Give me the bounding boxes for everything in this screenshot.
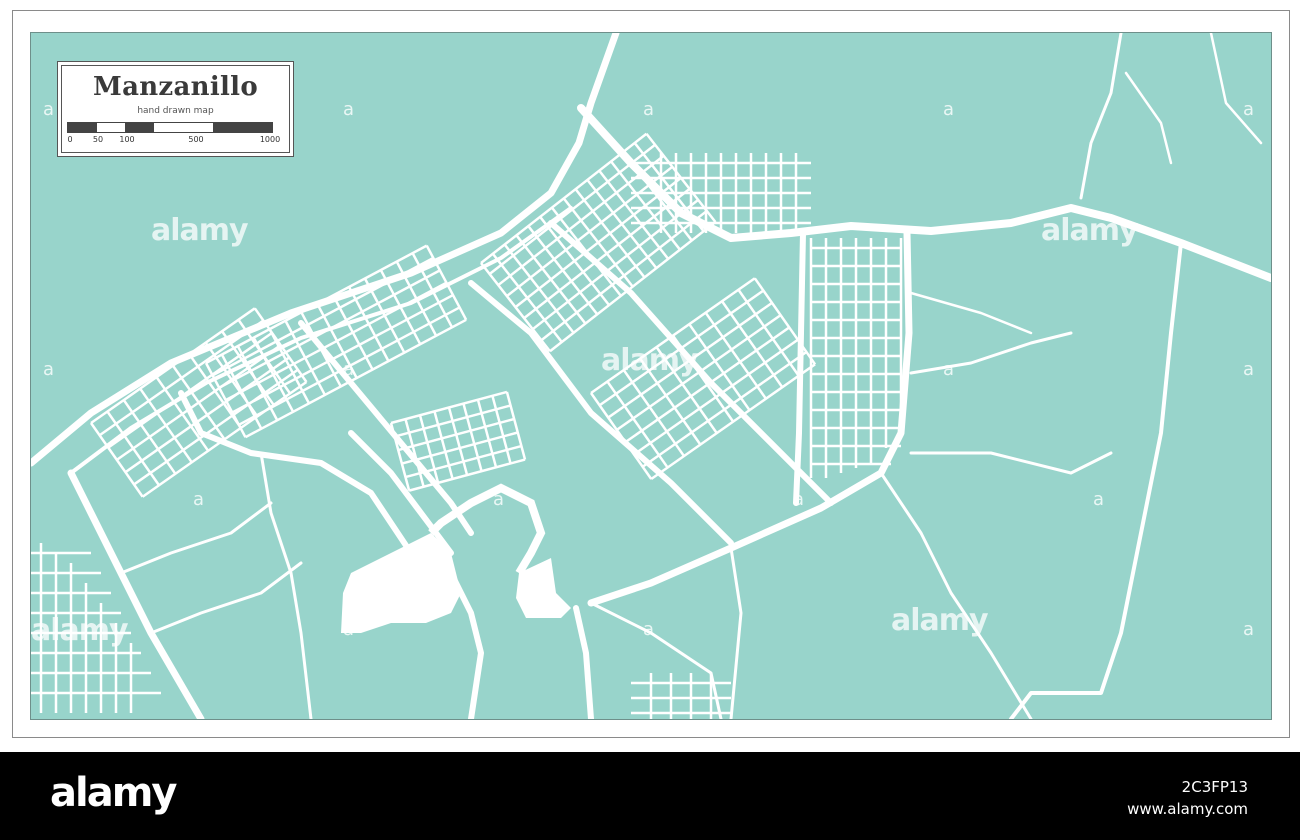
watermark-glyph: a xyxy=(1243,99,1255,120)
road-southeast xyxy=(879,471,1033,719)
road-east-curve xyxy=(1009,241,1183,719)
map-title: Manzanillo xyxy=(92,72,259,102)
watermark-glyph: a xyxy=(943,359,955,380)
road-east-branch xyxy=(909,451,1113,475)
watermark-glyph: a xyxy=(1243,359,1255,380)
image-credit: 2C3FP13 www.alamy.com xyxy=(1127,776,1248,820)
watermark-glyph: a xyxy=(1093,489,1105,510)
alamy-logo: alamy xyxy=(50,770,177,816)
map-legend-box: Manzanillo hand drawn map 0 50 100 500 1… xyxy=(57,61,294,157)
watermark-glyph: a xyxy=(43,99,55,120)
road-vertical-east xyxy=(793,230,806,506)
scale-label: 500 xyxy=(188,135,204,144)
scale-segment xyxy=(68,123,97,132)
watermark-glyph: a xyxy=(643,619,655,640)
road-east-branch-3 xyxy=(909,291,1033,335)
scale-label: 100 xyxy=(119,135,135,144)
stock-footer-bar: alamy 2C3FP13 www.alamy.com xyxy=(0,752,1300,840)
lagoon-west xyxy=(341,533,461,633)
map-subtitle: hand drawn map xyxy=(137,106,214,116)
watermark-text: alamy xyxy=(601,343,699,378)
image-id: 2C3FP13 xyxy=(1181,778,1248,796)
watermark-glyph: a xyxy=(343,619,355,640)
watermark-glyph: a xyxy=(43,359,55,380)
watermark-glyph: a xyxy=(193,489,205,510)
watermark-glyph: a xyxy=(943,99,955,120)
site-url: www.alamy.com xyxy=(1127,800,1248,818)
watermark-glyph: a xyxy=(343,359,355,380)
scale-segment xyxy=(153,123,213,132)
road-north-branch-3 xyxy=(1209,33,1263,145)
scale-segment xyxy=(125,123,154,132)
watermark-glyph: a xyxy=(1243,619,1255,640)
watermark-glyph: a xyxy=(643,99,655,120)
road-east-branch-2 xyxy=(909,331,1073,375)
scale-label: 0 xyxy=(67,135,73,144)
watermark-text: alamy xyxy=(1041,213,1139,248)
arterial-south-1 xyxy=(67,469,205,719)
watermark-text: alamy xyxy=(31,613,129,648)
watermark-text: alamy xyxy=(151,213,249,248)
scale-bar xyxy=(67,122,273,133)
road-north-branch xyxy=(1079,33,1123,200)
scale-segment xyxy=(212,123,272,132)
road-southeast-2 xyxy=(729,546,743,719)
grid-east xyxy=(809,238,903,478)
grid-south xyxy=(389,390,527,492)
watermark-glyph: a xyxy=(793,489,805,510)
grid-central-west xyxy=(204,244,468,439)
scale-labels: 0 50 100 500 1000 xyxy=(58,135,293,147)
road-south-loop xyxy=(589,601,723,719)
grid-south-central xyxy=(589,277,817,481)
road-southwest xyxy=(119,501,273,575)
scale-label: 50 xyxy=(92,135,104,144)
watermark-text: alamy xyxy=(891,603,989,638)
scale-label: 1000 xyxy=(259,135,281,144)
watermark-glyph: a xyxy=(343,99,355,120)
road-southwest-2 xyxy=(149,561,303,635)
watermark-glyph: a xyxy=(493,489,505,510)
road-south-2 xyxy=(573,605,594,719)
road-north-branch-2 xyxy=(1124,71,1173,165)
scale-segment xyxy=(96,123,126,132)
